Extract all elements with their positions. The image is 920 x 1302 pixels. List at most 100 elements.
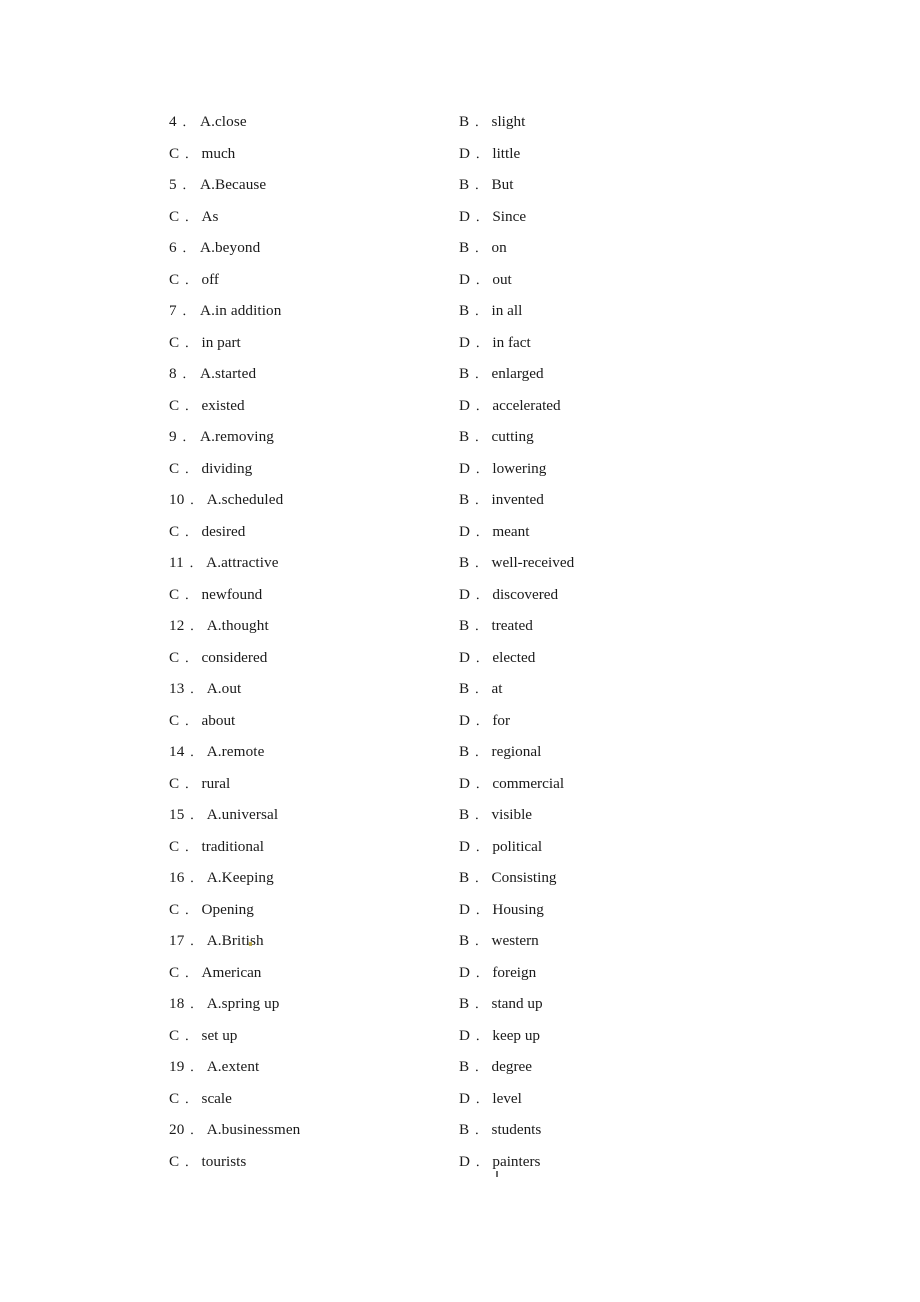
option-c-cell[interactable]: C﹒ tourists (169, 1146, 246, 1178)
option-c-label: C﹒ (169, 207, 195, 225)
option-b-cell[interactable]: B﹒ stand up (459, 988, 543, 1020)
option-a-cell[interactable]: 11﹒ A.attractive (169, 547, 279, 579)
option-d-cell[interactable]: D﹒ painters (459, 1146, 540, 1178)
option-b-label: B﹒ (459, 932, 485, 949)
option-d-label: D﹒ (459, 270, 486, 288)
option-a-text: A.in addition (200, 302, 282, 319)
option-a-cell[interactable]: 13﹒ A.out (169, 673, 241, 705)
option-b-cell[interactable]: B﹒ cutting (459, 421, 534, 453)
question-number: 13﹒ (169, 680, 200, 697)
option-a-cell[interactable]: 5﹒ A.Because (169, 169, 266, 201)
option-d-cell[interactable]: D﹒ little (459, 138, 520, 170)
option-c-cell[interactable]: C﹒ Opening (169, 894, 254, 926)
option-b-cell[interactable]: B﹒ well-received (459, 547, 574, 579)
option-b-cell[interactable]: B﹒ in all (459, 295, 522, 327)
option-b-label: B﹒ (459, 995, 485, 1012)
option-c-cell[interactable]: C﹒ newfound (169, 579, 262, 611)
question-row: 6﹒ A.beyond B﹒ on (0, 232, 920, 264)
option-d-cell[interactable]: D﹒ Since (459, 201, 526, 233)
option-c-cell[interactable]: C﹒ traditional (169, 831, 264, 863)
option-c-cell[interactable]: C﹒ rural (169, 768, 230, 800)
option-c-cell[interactable]: C﹒ desired (169, 516, 245, 548)
option-b-cell[interactable]: B﹒ But (459, 169, 513, 201)
option-a-cell[interactable]: 8﹒ A.started (169, 358, 256, 390)
option-a-cell[interactable]: 12﹒ A.thought (169, 610, 269, 642)
option-d-cell[interactable]: D﹒ commercial (459, 768, 564, 800)
option-a-text: A.British (207, 932, 264, 949)
question-row: 4﹒ A.close B﹒ slight (0, 106, 920, 138)
option-d-text: keep up (492, 1026, 541, 1044)
option-b-cell[interactable]: B﹒ western (459, 925, 539, 957)
option-d-cell[interactable]: D﹒ Housing (459, 894, 544, 926)
option-d-label: D﹒ (459, 1089, 486, 1107)
question-row: 18﹒ A.spring up B﹒ stand up (0, 988, 920, 1020)
option-c-label: C﹒ (169, 711, 195, 729)
option-b-cell[interactable]: B﹒ slight (459, 106, 525, 138)
option-b-cell[interactable]: B﹒ at (459, 673, 503, 705)
option-c-cell[interactable]: C﹒ about (169, 705, 235, 737)
option-b-cell[interactable]: B﹒ on (459, 232, 507, 264)
option-b-cell[interactable]: B﹒ enlarged (459, 358, 544, 390)
option-c-cell[interactable]: C﹒ off (169, 264, 219, 296)
option-c-cell[interactable]: C﹒ much (169, 138, 235, 170)
option-d-label: D﹒ (459, 144, 486, 162)
question-number: 15﹒ (169, 806, 200, 823)
option-c-text: considered (201, 648, 268, 666)
option-c-cell[interactable]: C﹒ existed (169, 390, 245, 422)
option-d-cell[interactable]: D﹒ level (459, 1083, 522, 1115)
option-a-cell[interactable]: 15﹒ A.universal (169, 799, 278, 831)
option-b-cell[interactable]: B﹒ invented (459, 484, 544, 516)
option-d-cell[interactable]: D﹒ out (459, 264, 512, 296)
option-d-label: D﹒ (459, 522, 486, 540)
option-b-cell[interactable]: B﹒ regional (459, 736, 541, 768)
option-b-text: slight (491, 113, 526, 130)
option-d-cell[interactable]: D﹒ meant (459, 516, 529, 548)
option-b-text: invented (491, 491, 544, 508)
option-b-text: enlarged (491, 365, 544, 382)
option-a-cell[interactable]: 9﹒ A.removing (169, 421, 274, 453)
option-a-text: A.businessmen (206, 1121, 301, 1138)
option-c-cell[interactable]: C﹒ considered (169, 642, 267, 674)
option-a-cell[interactable]: 4﹒ A.close (169, 106, 247, 138)
question-row: C﹒ As D﹒ Since (0, 201, 920, 233)
option-d-cell[interactable]: D﹒ for (459, 705, 510, 737)
option-d-cell[interactable]: D﹒ foreign (459, 957, 536, 989)
option-d-cell[interactable]: D﹒ accelerated (459, 390, 561, 422)
option-d-cell[interactable]: D﹒ lowering (459, 453, 546, 485)
option-d-label: D﹒ (459, 207, 486, 225)
option-a-cell[interactable]: 14﹒ A.remote (169, 736, 264, 768)
option-b-cell[interactable]: B﹒ degree (459, 1051, 532, 1083)
option-d-cell[interactable]: D﹒ discovered (459, 579, 558, 611)
option-a-cell[interactable]: 19﹒ A.extent (169, 1051, 259, 1083)
option-b-label: B﹒ (459, 365, 485, 382)
option-b-cell[interactable]: B﹒ treated (459, 610, 533, 642)
question-number: 12﹒ (169, 617, 200, 634)
option-a-cell[interactable]: 7﹒ A.in addition (169, 295, 281, 327)
option-a-cell[interactable]: 10﹒ A.scheduled (169, 484, 283, 516)
option-b-label: B﹒ (459, 1121, 485, 1138)
option-c-label: C﹒ (169, 585, 195, 603)
option-d-cell[interactable]: D﹒ keep up (459, 1020, 540, 1052)
option-b-cell[interactable]: B﹒ visible (459, 799, 532, 831)
option-d-cell[interactable]: D﹒ in fact (459, 327, 531, 359)
option-c-cell[interactable]: C﹒ dividing (169, 453, 252, 485)
option-c-cell[interactable]: C﹒ American (169, 957, 261, 989)
option-c-cell[interactable]: C﹒ scale (169, 1083, 232, 1115)
option-a-cell[interactable]: 16﹒ A.Keeping (169, 862, 274, 894)
option-a-cell[interactable]: 6﹒ A.beyond (169, 232, 260, 264)
option-c-cell[interactable]: C﹒ As (169, 201, 218, 233)
option-b-cell[interactable]: B﹒ Consisting (459, 862, 557, 894)
option-b-text: degree (491, 1058, 532, 1075)
option-c-label: C﹒ (169, 144, 195, 162)
option-c-label: C﹒ (169, 459, 195, 477)
option-d-text: Housing (492, 900, 544, 918)
option-c-cell[interactable]: C﹒ set up (169, 1020, 237, 1052)
option-d-cell[interactable]: D﹒ political (459, 831, 542, 863)
question-row: 17﹒ A.British B﹒ western (0, 925, 920, 957)
option-a-cell[interactable]: 20﹒ A.businessmen (169, 1114, 300, 1146)
option-d-cell[interactable]: D﹒ elected (459, 642, 535, 674)
option-a-cell[interactable]: 17﹒ A.British (169, 925, 264, 957)
option-a-cell[interactable]: 18﹒ A.spring up (169, 988, 280, 1020)
option-c-cell[interactable]: C﹒ in part (169, 327, 241, 359)
option-b-cell[interactable]: B﹒ students (459, 1114, 541, 1146)
